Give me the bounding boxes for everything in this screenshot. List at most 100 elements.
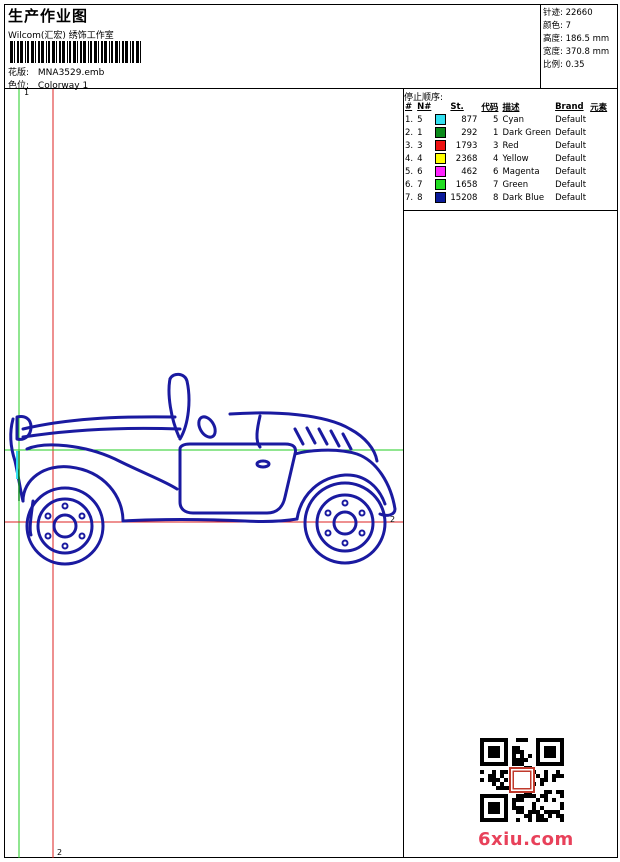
row-index: 4. (405, 153, 414, 164)
table-row: 5. 6 462 6 Magenta Default (403, 165, 609, 178)
row-description: Dark Blue (502, 192, 545, 203)
table-row: 1. 5 877 5 Cyan Default (403, 113, 609, 126)
design-canvas (5, 89, 403, 858)
row-index: 7. (405, 192, 414, 203)
row-description: Yellow (502, 153, 529, 164)
row-description: Cyan (502, 114, 524, 125)
row-element (588, 139, 609, 152)
row-description: Dark Green (502, 127, 552, 138)
col-needle: N# (417, 102, 432, 112)
row-code: 3 (493, 140, 499, 151)
row-stitches: 15208 (450, 192, 478, 203)
row-brand: Default (555, 192, 587, 203)
table-row: 4. 4 2368 4 Yellow Default (403, 152, 609, 165)
row-needle: 6 (417, 166, 423, 177)
row-brand: Default (555, 127, 587, 138)
col-code: 代码 (481, 103, 499, 113)
row-needle: 3 (417, 140, 423, 151)
stats-panel: 针迹: 22660 颜色: 7 高度: 186.5 mm 宽度: 370.8 m… (540, 4, 619, 88)
row-brand: Default (555, 179, 587, 190)
row-swatch (433, 113, 448, 126)
company-name: Wilcom(汇宏) 绣饰工作室 (8, 31, 114, 41)
color-swatch (435, 179, 447, 190)
table-row: 3. 3 1793 3 Red Default (403, 139, 609, 152)
row-index: 5. (405, 166, 414, 177)
marker-top-left: 1 (24, 88, 30, 97)
color-swatch (435, 192, 447, 203)
row-swatch (433, 152, 448, 165)
row-stitches: 462 (461, 166, 478, 177)
row-needle: 8 (417, 192, 423, 203)
row-element (588, 178, 609, 191)
row-description: Red (502, 140, 519, 151)
car-outline (9, 372, 397, 566)
color-swatch (435, 114, 447, 125)
table-divider (403, 210, 618, 211)
stat-colors: 颜色: 7 (543, 21, 571, 31)
design-label: 花版: (8, 68, 30, 78)
row-stitches: 877 (461, 114, 478, 125)
marker-bottom: 2 (57, 848, 63, 857)
row-brand: Default (555, 140, 587, 151)
col-description: 描述 (502, 103, 520, 113)
color-swatch (435, 127, 447, 138)
stop-sequence-table: # N# St. 代码 描述 Brand 元素 1. 5 877 5 Cyan Defau… (403, 101, 609, 204)
qr-code (480, 738, 564, 822)
table-row: 2. 1 292 1 Dark Green Default (403, 126, 609, 139)
col-stitches: St. (450, 102, 464, 112)
row-description: Magenta (502, 166, 540, 177)
row-index: 6. (405, 179, 414, 190)
row-code: 5 (493, 114, 499, 125)
row-needle: 4 (417, 153, 423, 164)
stat-scale: 比例: 0.35 (543, 60, 585, 70)
row-index: 3. (405, 140, 414, 151)
row-element (588, 113, 609, 126)
barcode (10, 41, 141, 63)
row-swatch (433, 178, 448, 191)
col-element: 元素 (590, 103, 608, 113)
stat-width: 宽度: 370.8 mm (543, 47, 610, 57)
row-code: 8 (493, 192, 499, 203)
table-header-row: # N# St. 代码 描述 Brand 元素 (403, 101, 609, 113)
row-stitches: 2368 (455, 153, 478, 164)
row-code: 7 (493, 179, 499, 190)
col-brand: Brand (555, 102, 584, 112)
row-element (588, 191, 609, 204)
row-brand: Default (555, 114, 587, 125)
row-description: Green (502, 179, 529, 190)
row-stitches: 1793 (455, 140, 478, 151)
row-needle: 7 (417, 179, 423, 190)
row-element (588, 152, 609, 165)
design-value: MNA3529.emb (37, 68, 105, 78)
row-code: 6 (493, 166, 499, 177)
marker-right: 2 (390, 515, 396, 524)
row-needle: 1 (417, 127, 423, 138)
row-element (588, 126, 609, 139)
row-code: 1 (493, 127, 499, 138)
row-brand: Default (555, 166, 587, 177)
row-element (588, 165, 609, 178)
col-index: # (405, 102, 413, 112)
row-needle: 5 (417, 114, 423, 125)
table-row: 7. 8 15208 8 Dark Blue Default (403, 191, 609, 204)
row-swatch (433, 139, 448, 152)
row-swatch (433, 191, 448, 204)
header: 生产作业图 Wilcom(汇宏) 绣饰工作室 花版: MNA3529.emb 色… (5, 5, 541, 91)
car-embroidery-preview (5, 89, 403, 858)
page-title: 生产作业图 (8, 7, 89, 25)
row-stitches: 292 (461, 127, 478, 138)
color-swatch (435, 166, 447, 177)
row-swatch (433, 165, 448, 178)
row-index: 1. (405, 114, 414, 125)
color-swatch (435, 153, 447, 164)
row-index: 2. (405, 127, 414, 138)
color-swatch (435, 140, 447, 151)
watermark-logo: 6xiu.com (478, 829, 574, 850)
col-swatch (433, 101, 448, 113)
row-stitches: 1658 (455, 179, 478, 190)
stat-stitches: 针迹: 22660 (543, 8, 593, 18)
stat-height: 高度: 186.5 mm (543, 34, 610, 44)
table-row: 6. 7 1658 7 Green Default (403, 178, 609, 191)
row-brand: Default (555, 153, 587, 164)
row-code: 4 (493, 153, 499, 164)
